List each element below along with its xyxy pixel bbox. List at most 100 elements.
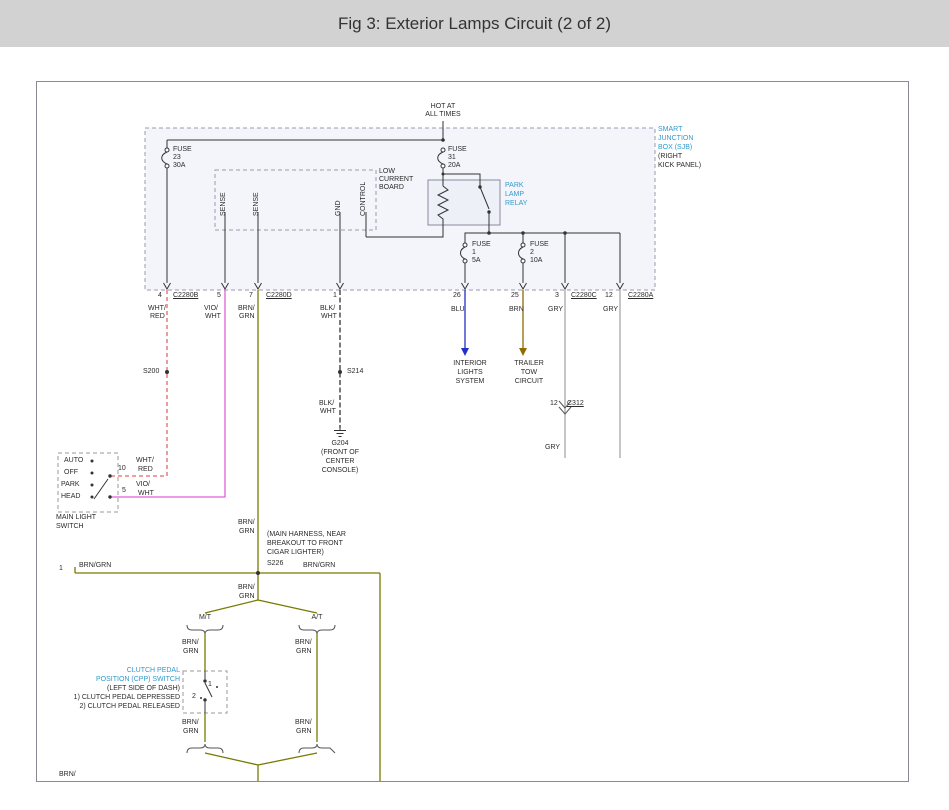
interior-lights-1: INTERIOR xyxy=(453,360,486,368)
relay-label-1: PARK xyxy=(505,182,524,190)
fuse1-label: FUSE xyxy=(472,241,491,249)
wire-label-brn-grn-6: GRN xyxy=(239,593,255,601)
mls-pin-10: 10 xyxy=(118,465,126,473)
fuse2-number: 2 xyxy=(530,249,534,257)
mls-name-2: SWITCH xyxy=(56,523,84,531)
wire-label-brn-grn-7: BRN/ xyxy=(182,639,199,647)
sjb-label-4: (RIGHT xyxy=(658,153,682,161)
lcb-pin-sense1: SENSE xyxy=(220,192,228,216)
cpp-position-2: 2 xyxy=(192,693,196,701)
brn-wire-arrow xyxy=(519,348,527,356)
wire-label-gry-3: GRY xyxy=(545,444,560,452)
ground-location-3: CONSOLE) xyxy=(322,467,359,475)
pin-12: 12 xyxy=(605,292,613,300)
fuse31-rating: 20A xyxy=(448,162,460,170)
wire-label-wht-red-1: WHT/ xyxy=(148,305,166,313)
s226-note-3: CIGAR LIGHTER) xyxy=(267,549,324,557)
wire-label-partial-bottom: BRN/ xyxy=(59,771,76,779)
gry-wires xyxy=(565,290,620,458)
connector-c2280b: C2280B xyxy=(173,292,198,300)
wire-label-brn-grn-5: BRN/ xyxy=(238,584,255,592)
wiring-diagram-page: Fig 3: Exterior Lamps Circuit (2 of 2) xyxy=(0,0,949,810)
wire-label-vio-wht-2: WHT xyxy=(205,313,221,321)
pin-7: 7 xyxy=(249,292,253,300)
connector-c2280d: C2280D xyxy=(266,292,292,300)
fuse23-label: FUSE xyxy=(173,146,192,154)
fuse1-number: 1 xyxy=(472,249,476,257)
c312-pin-number: 12 xyxy=(550,400,558,408)
sjb-label-5: KICK PANEL) xyxy=(658,162,701,170)
trailer-tow-2: TOW xyxy=(521,369,537,377)
lcb-label-3: BOARD xyxy=(379,184,404,192)
s226-note-2: BREAKOUT TO FRONT xyxy=(267,540,343,548)
mls-pin-5: 5 xyxy=(122,487,126,495)
wire-label-wht-red-2: RED xyxy=(150,313,165,321)
ground-g204-label: G204 xyxy=(331,440,348,448)
wire-label-brn-grn-11: BRN/ xyxy=(182,719,199,727)
wire-label-brn-grn-10: GRN xyxy=(296,648,312,656)
pin-26: 26 xyxy=(453,292,461,300)
splice-s200-label: S200 xyxy=(143,368,159,376)
lcb-label-2: CURRENT xyxy=(379,176,413,184)
pin-25: 25 xyxy=(511,292,519,300)
interior-lights-2: LIGHTS xyxy=(457,369,482,377)
relay-label-2: LAMP xyxy=(505,191,524,199)
pin-3: 3 xyxy=(555,292,559,300)
mls-position-off: OFF xyxy=(64,469,78,477)
trailer-tow-1: TRAILER xyxy=(514,360,544,368)
lcb-pin-gnd: GND xyxy=(335,200,343,216)
ground-location-2: CENTER xyxy=(326,458,355,466)
wire-label-blu: BLU xyxy=(451,306,465,314)
pin-4: 4 xyxy=(158,292,162,300)
wire-label-gry-1: GRY xyxy=(548,306,563,314)
left-branch-pin-1: 1 xyxy=(59,565,63,573)
wire-label-vio-wht-1: VIO/ xyxy=(204,305,218,313)
vio-wht-wire xyxy=(111,290,225,497)
cpp-switch-name-1: CLUTCH PEDAL xyxy=(127,667,180,675)
auto-trans-label: A/T xyxy=(312,614,323,622)
wire-label-brn-grn-8: GRN xyxy=(183,648,199,656)
lcb-label-1: LOW xyxy=(379,168,395,176)
wire-label-blk-wht-1: BLK/ xyxy=(320,305,335,313)
cpp-position-1: 1 xyxy=(208,681,212,689)
wire-label-brn: BRN xyxy=(509,306,524,314)
ground-location-1: (FRONT OF xyxy=(321,449,359,457)
wire-label-brn-grn-3: BRN/ xyxy=(238,519,255,527)
cpp-switch-name-2: POSITION (CPP) SWITCH xyxy=(96,676,180,684)
all-times-label: ALL TIMES xyxy=(425,111,460,119)
fuse23-rating: 30A xyxy=(173,162,185,170)
mls-position-head: HEAD xyxy=(61,493,80,501)
connector-c312: C312 xyxy=(567,400,584,408)
cpp-switch-lever xyxy=(205,671,212,713)
fuse2-rating: 10A xyxy=(530,257,542,265)
connector-c2280a: C2280A xyxy=(628,292,653,300)
wire-label-brn-grn-9: BRN/ xyxy=(295,639,312,647)
wire-label-wht-red-4: RED xyxy=(138,466,153,474)
ground-symbol-g204 xyxy=(334,428,346,437)
wire-label-brn-grn-1: BRN/ xyxy=(238,305,255,313)
fuse2-label: FUSE xyxy=(530,241,549,249)
hot-at-label: HOT AT xyxy=(431,103,456,111)
lcb-pin-sense2: SENSE xyxy=(253,192,261,216)
wire-label-brn-grn-4: GRN xyxy=(239,528,255,536)
splice-s214-label: S214 xyxy=(347,368,363,376)
lcb-pin-control: CONTROL xyxy=(360,182,368,216)
fuse23-number: 23 xyxy=(173,154,181,162)
mls-position-auto: AUTO xyxy=(64,457,83,465)
mls-name-1: MAIN LIGHT xyxy=(56,514,96,522)
interior-lights-3: SYSTEM xyxy=(456,378,485,386)
main-light-switch-lever xyxy=(94,479,108,499)
cpp-switch-location: (LEFT SIDE OF DASH) xyxy=(107,685,180,693)
pin-1: 1 xyxy=(333,292,337,300)
wire-label-brn-grn-2: GRN xyxy=(239,313,255,321)
transmission-option-braces xyxy=(187,625,335,753)
fuse1-rating: 5A xyxy=(472,257,481,265)
cpp-switch-state-2: 2) CLUTCH PEDAL RELEASED xyxy=(80,703,181,711)
manual-trans-label: M/T xyxy=(199,614,211,622)
splice-s226-label: S226 xyxy=(267,560,283,568)
wire-label-blk-wht-4: WHT xyxy=(320,408,336,416)
wire-label-brn-grn-12: GRN xyxy=(183,728,199,736)
pin-5: 5 xyxy=(217,292,221,300)
wire-label-wht-red-3: WHT/ xyxy=(136,457,154,465)
wire-label-brn-grn-left: BRN/GRN xyxy=(79,562,111,570)
